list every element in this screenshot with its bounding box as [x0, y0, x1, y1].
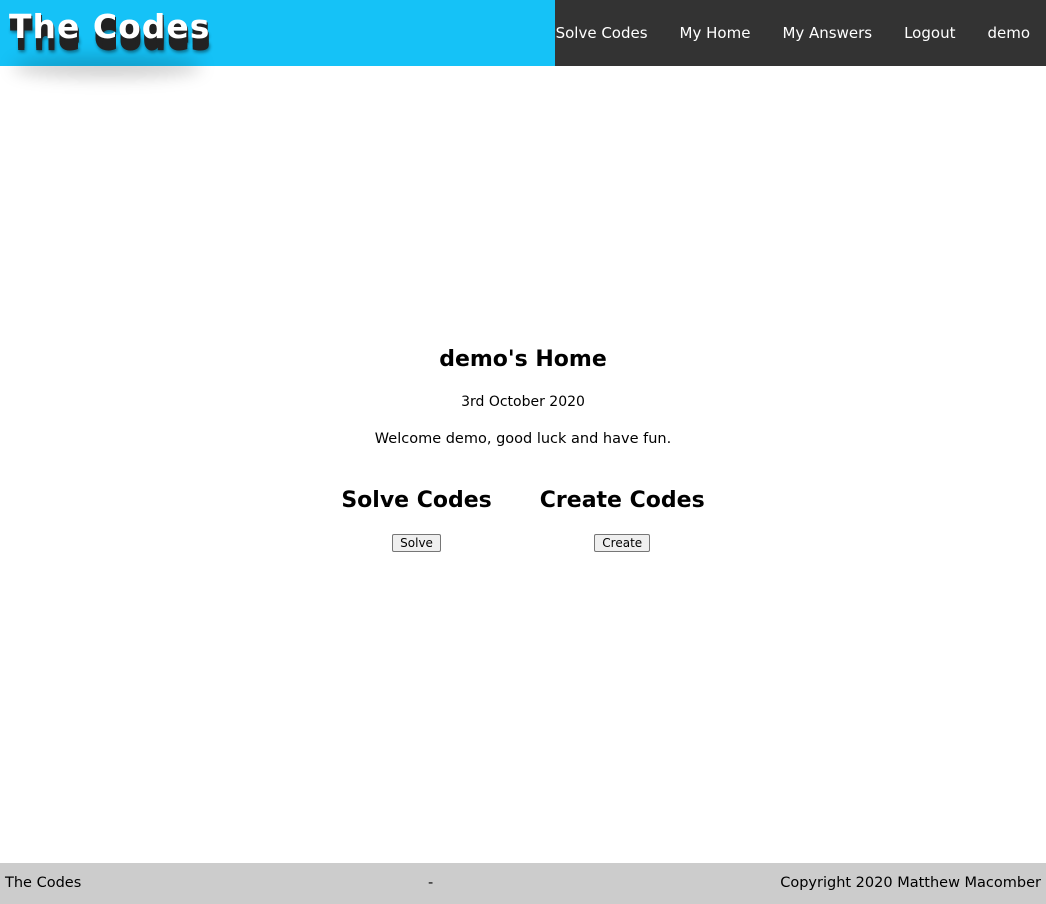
create-codes-heading: Create Codes: [539, 488, 705, 513]
action-cards: Solve Codes Solve Create Codes Create: [0, 488, 1046, 552]
create-codes-card: Create Codes Create: [540, 488, 705, 552]
nav-user-demo[interactable]: demo: [987, 24, 1030, 42]
nav-logout[interactable]: Logout: [904, 24, 955, 42]
nav-my-home[interactable]: My Home: [680, 24, 751, 42]
solve-codes-card: Solve Codes Solve: [341, 488, 492, 552]
home-date: 3rd October 2020: [461, 394, 585, 410]
main-content: demo's Home 3rd October 2020 Welcome dem…: [0, 66, 1046, 863]
nav-solve-codes[interactable]: Solve Codes: [556, 24, 648, 42]
footer-copyright: Copyright 2020 Matthew Macomber: [780, 875, 1041, 891]
footer-site-name: The Codes: [5, 875, 82, 891]
footer: The Codes - Copyright 2020 Matthew Macom…: [0, 863, 1046, 904]
site-logo[interactable]: The Codes: [9, 7, 210, 46]
create-button[interactable]: Create: [594, 534, 651, 552]
footer-separator: -: [428, 875, 434, 891]
solve-codes-heading: Solve Codes: [341, 488, 492, 513]
page: The Codes Solve Codes My Home My Answers…: [0, 0, 1046, 904]
nav-my-answers[interactable]: My Answers: [782, 24, 872, 42]
solve-button[interactable]: Solve: [392, 534, 441, 552]
brand-banner: The Codes: [0, 0, 555, 78]
main-nav: Solve Codes My Home My Answers Logout de…: [555, 0, 1046, 66]
page-title: demo's Home: [439, 347, 607, 372]
header: The Codes Solve Codes My Home My Answers…: [0, 0, 1046, 78]
welcome-message: Welcome demo, good luck and have fun.: [374, 431, 672, 447]
